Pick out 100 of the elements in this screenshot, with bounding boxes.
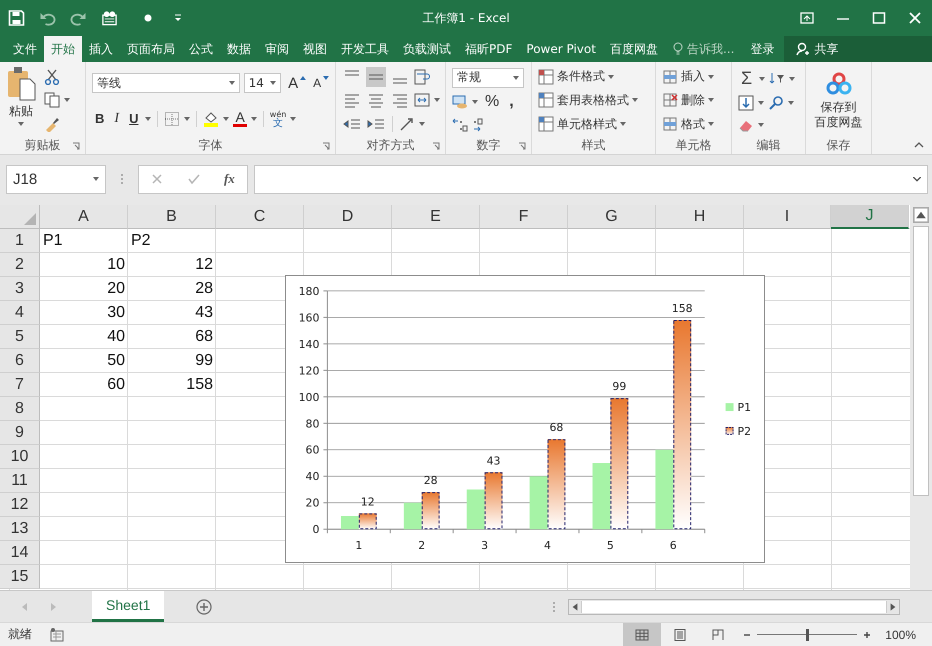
column-header[interactable]: G — [568, 205, 656, 229]
ribbon-tab[interactable]: Power Pivot — [519, 36, 603, 62]
number-format-dropdown[interactable]: 常规 — [452, 68, 524, 88]
column-header[interactable]: A — [40, 205, 128, 229]
column-header[interactable]: J — [831, 205, 909, 229]
styles-menu-button[interactable]: 单元格样式 — [538, 116, 649, 133]
column-header[interactable]: C — [216, 205, 304, 229]
merge-cells-icon[interactable] — [414, 92, 430, 108]
row-header[interactable]: 13 — [0, 517, 40, 541]
dialog-launcher-icon[interactable] — [518, 142, 526, 150]
bold-button[interactable]: B — [92, 111, 108, 126]
vertical-align-icon[interactable] — [366, 66, 386, 87]
ribbon-tab[interactable]: 福昕PDF — [458, 36, 520, 62]
formula-input[interactable] — [254, 164, 928, 194]
caret-icon[interactable] — [145, 116, 152, 121]
row-header[interactable]: 14 — [0, 541, 40, 565]
column-header[interactable]: I — [744, 205, 831, 229]
row-header[interactable]: 15 — [0, 565, 40, 589]
dialog-launcher-icon[interactable] — [72, 142, 80, 150]
grow-font-button[interactable]: A — [285, 74, 302, 92]
caret-icon[interactable] — [789, 76, 796, 80]
dot-icon[interactable] — [144, 14, 152, 22]
expand-icon[interactable] — [913, 176, 921, 182]
underline-button[interactable]: U — [126, 111, 142, 126]
caret-icon[interactable] — [758, 101, 764, 105]
font-color-button[interactable]: A — [233, 110, 247, 127]
sign-in-link[interactable]: 登录 — [750, 36, 774, 62]
ribbon-tab[interactable]: 负载测试 — [396, 36, 458, 62]
cells-menu-button[interactable]: 格式 — [662, 116, 725, 133]
caret-icon[interactable] — [250, 116, 257, 121]
save-icon[interactable] — [8, 10, 25, 26]
ribbon-tab[interactable]: 开发工具 — [334, 36, 396, 62]
copy-icon[interactable] — [44, 92, 60, 108]
row-header[interactable]: 5 — [0, 325, 40, 349]
insert-function-button[interactable]: fx — [224, 171, 235, 187]
row-header[interactable]: 4 — [0, 301, 40, 325]
caret-icon[interactable] — [290, 116, 296, 121]
save-to-cloud-button[interactable]: 保存到 百度网盘 — [806, 62, 871, 136]
search-icon[interactable] — [768, 95, 784, 111]
row-header[interactable]: 8 — [0, 397, 40, 421]
scrollbar-thumb[interactable] — [581, 600, 888, 612]
scroll-up-icon[interactable] — [913, 207, 929, 223]
ribbon-tab[interactable]: 视图 — [296, 36, 334, 62]
macro-record-icon[interactable] — [50, 628, 64, 642]
row-header[interactable]: 11 — [0, 469, 40, 493]
caret-icon[interactable] — [419, 122, 425, 126]
autosum-button[interactable]: Σ — [738, 68, 756, 89]
lightbulb-icon[interactable] — [672, 42, 683, 56]
row-header[interactable]: 2 — [0, 253, 40, 277]
customize-icon[interactable] — [174, 14, 182, 22]
ribbon-tab[interactable]: 页面布局 — [120, 36, 182, 62]
caret-icon[interactable] — [472, 100, 478, 104]
ribbon-options-icon[interactable] — [800, 12, 814, 24]
add-sheet-icon[interactable] — [196, 598, 212, 614]
caret-icon[interactable] — [759, 76, 766, 80]
column-header[interactable]: E — [392, 205, 480, 229]
dialog-launcher-icon[interactable] — [432, 142, 440, 150]
ribbon-tab[interactable]: 审阅 — [258, 36, 296, 62]
zoom-level[interactable]: 100% — [885, 628, 916, 642]
close-icon[interactable] — [908, 12, 922, 24]
row-header[interactable]: 9 — [0, 421, 40, 445]
collapse-ribbon-icon[interactable] — [914, 142, 924, 148]
row-header[interactable]: 7 — [0, 373, 40, 397]
column-header[interactable]: H — [656, 205, 744, 229]
undo-icon[interactable] — [39, 10, 56, 26]
caret-icon[interactable] — [223, 116, 230, 121]
comma-button[interactable]: , — [506, 93, 517, 112]
ribbon-tab[interactable]: 百度网盘 — [602, 36, 665, 62]
ribbon-tab[interactable]: 开始 — [44, 36, 82, 62]
caret-icon[interactable] — [184, 116, 190, 121]
row-header[interactable]: 6 — [0, 349, 40, 373]
ribbon-tab[interactable]: 公式 — [182, 36, 220, 62]
column-header[interactable]: B — [128, 205, 216, 229]
italic-button[interactable]: I — [111, 110, 122, 127]
font-size-dropdown[interactable]: 14 — [244, 73, 282, 94]
column-header[interactable]: F — [480, 205, 568, 229]
caret-icon[interactable] — [64, 98, 70, 102]
row-header[interactable]: 1 — [0, 229, 40, 253]
ribbon-tab[interactable]: 文件 — [6, 36, 44, 62]
cells-menu-button[interactable]: 插入 — [662, 68, 725, 86]
caret-icon[interactable] — [434, 98, 440, 102]
paste-button[interactable]: 粘贴 — [6, 65, 36, 136]
font-name-dropdown[interactable]: 等线 — [92, 73, 240, 94]
maximize-icon[interactable] — [872, 12, 886, 24]
dialog-launcher-icon[interactable] — [322, 142, 330, 150]
scissors-icon[interactable] — [44, 68, 60, 85]
row-header[interactable]: 12 — [0, 493, 40, 517]
styles-menu-button[interactable]: 条件格式 — [538, 68, 649, 86]
styles-menu-button[interactable]: 套用表格格式 — [538, 92, 649, 109]
column-header[interactable]: D — [304, 205, 392, 229]
row-header[interactable]: 10 — [0, 445, 40, 469]
increase-decimal-icon[interactable] — [452, 117, 468, 134]
form-icon[interactable] — [101, 10, 118, 26]
cells-menu-button[interactable]: 删除 — [662, 92, 725, 109]
currency-icon[interactable] — [452, 94, 468, 110]
phonetic-button[interactable]: wén 文 — [270, 110, 286, 128]
fill-down-icon[interactable] — [738, 95, 754, 111]
normal-view-button[interactable] — [623, 623, 662, 646]
sheet-tab[interactable]: Sheet1 — [92, 591, 164, 622]
scrollbar-thumb[interactable] — [913, 226, 929, 496]
